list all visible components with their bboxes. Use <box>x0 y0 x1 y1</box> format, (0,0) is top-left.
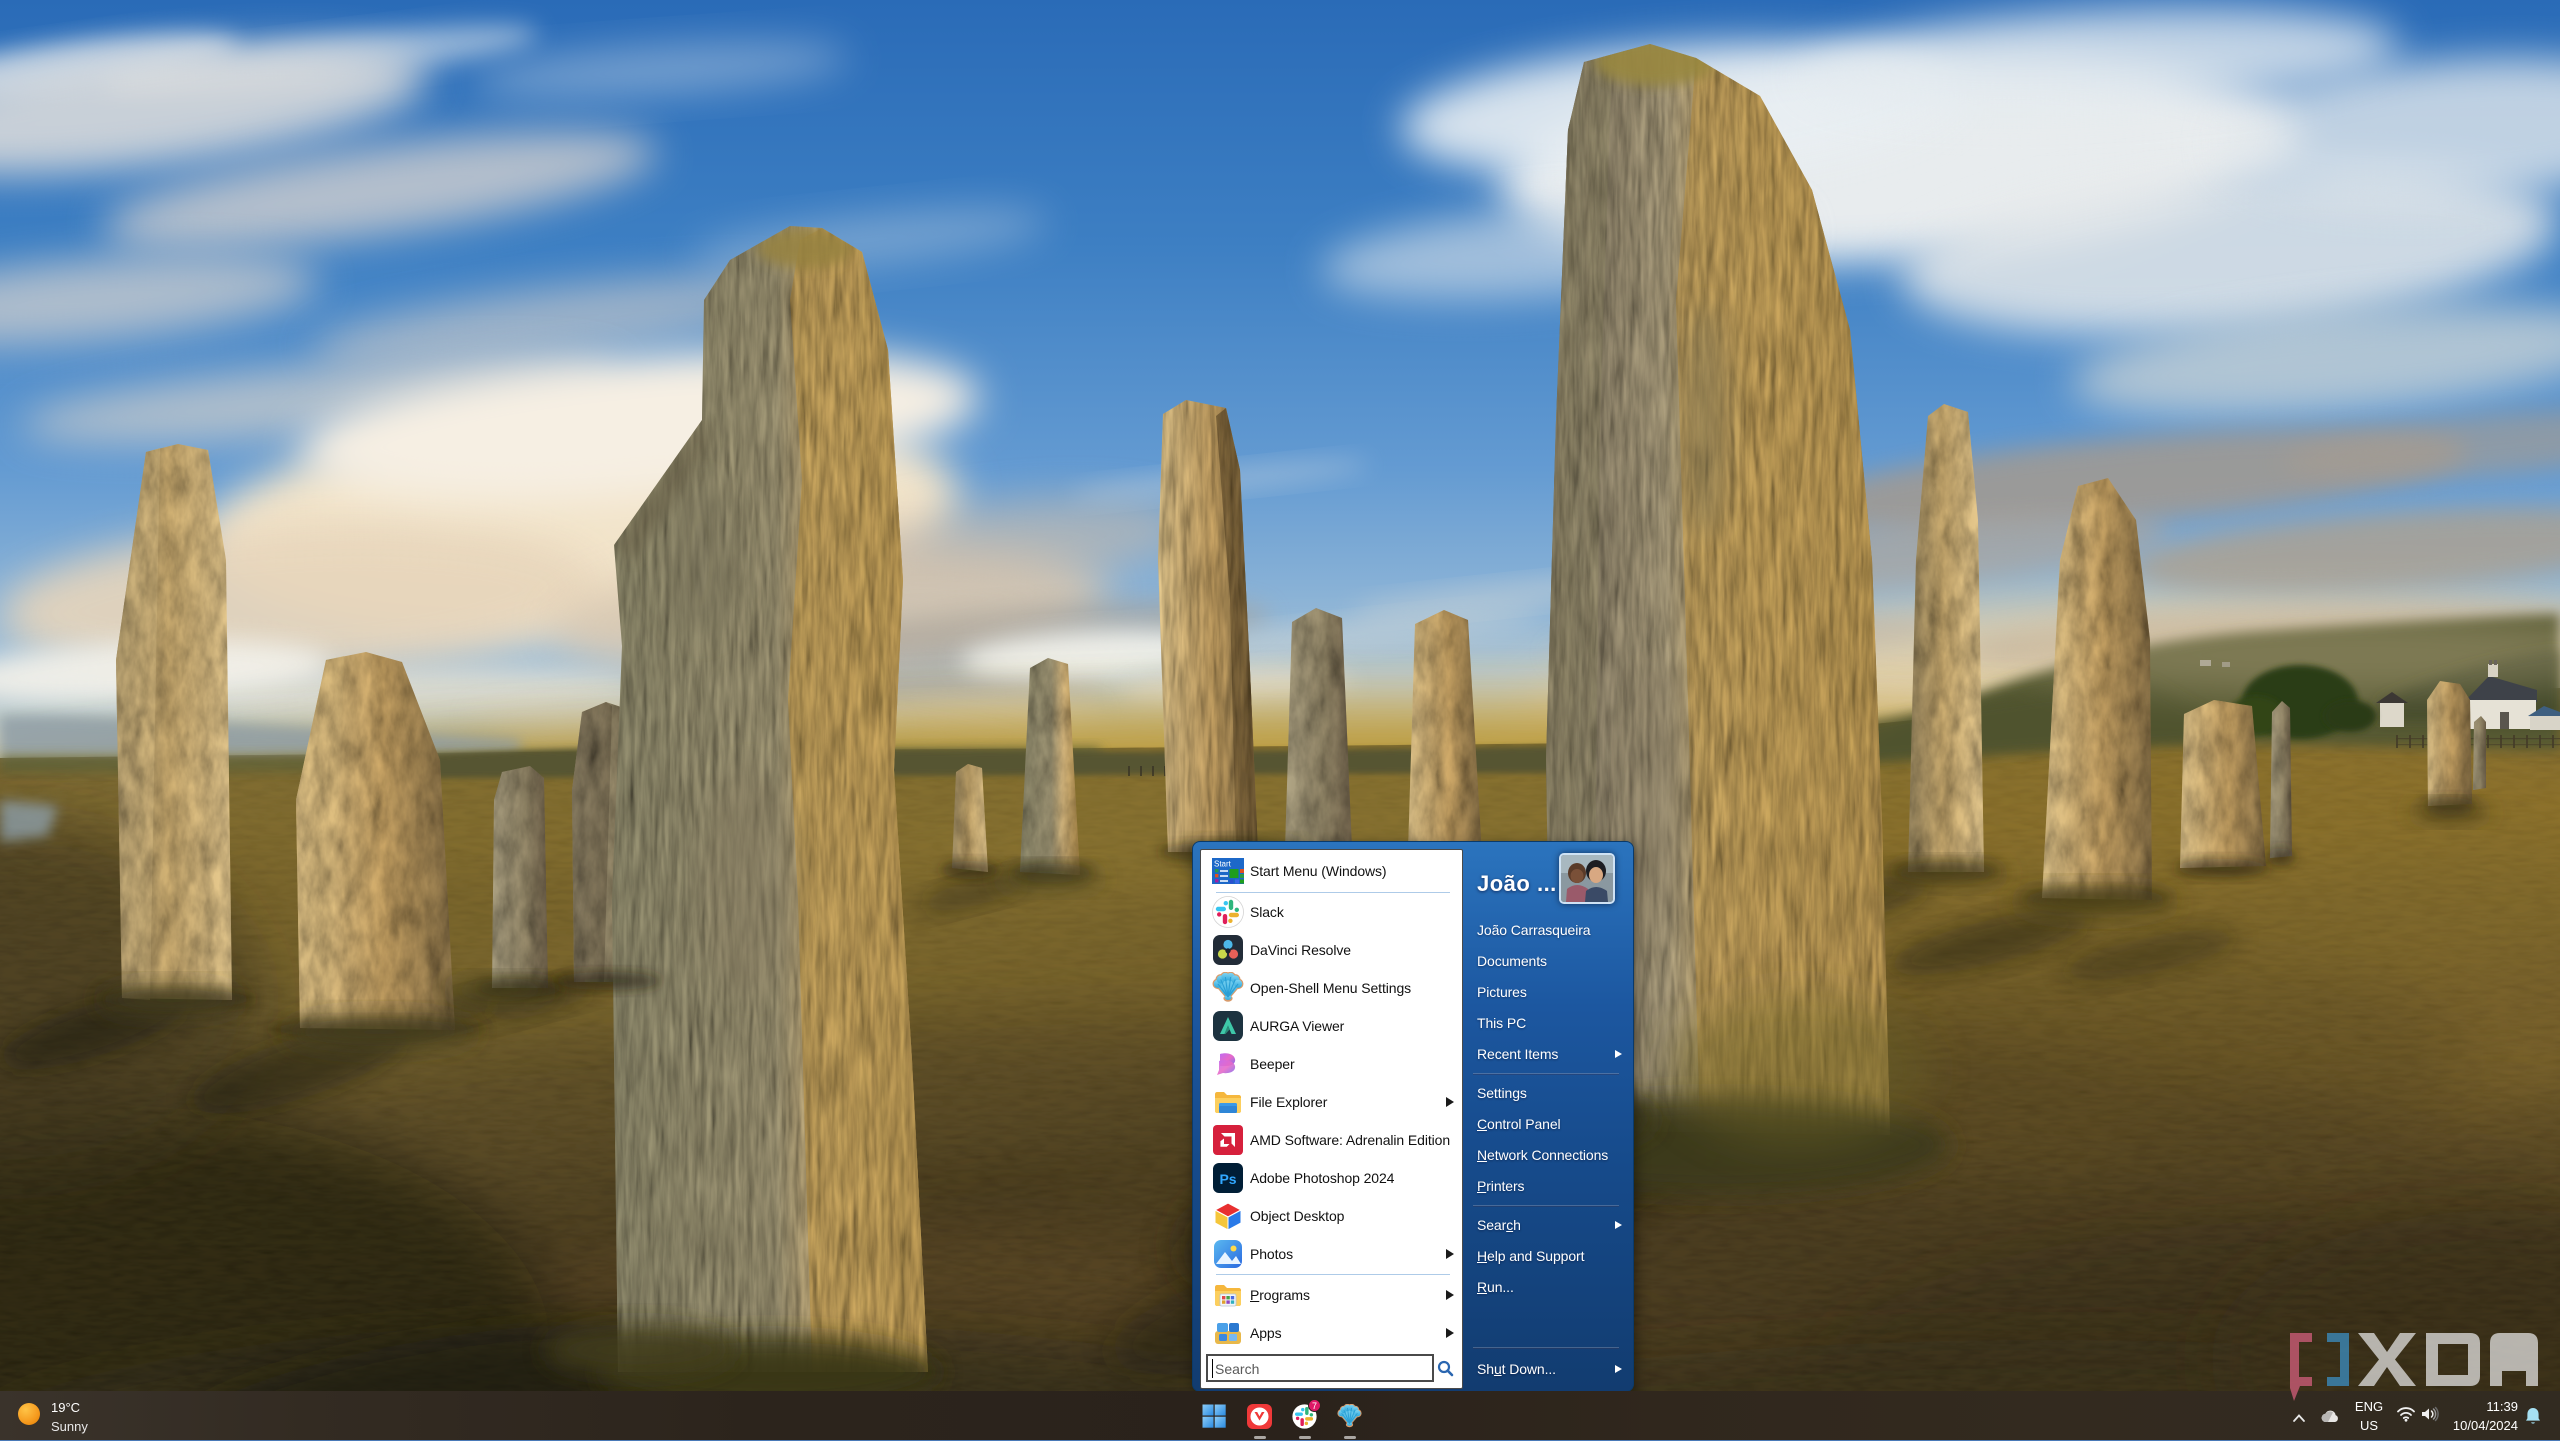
svg-text:Start: Start <box>1214 860 1232 869</box>
svg-text:Ps: Ps <box>1219 1171 1236 1187</box>
